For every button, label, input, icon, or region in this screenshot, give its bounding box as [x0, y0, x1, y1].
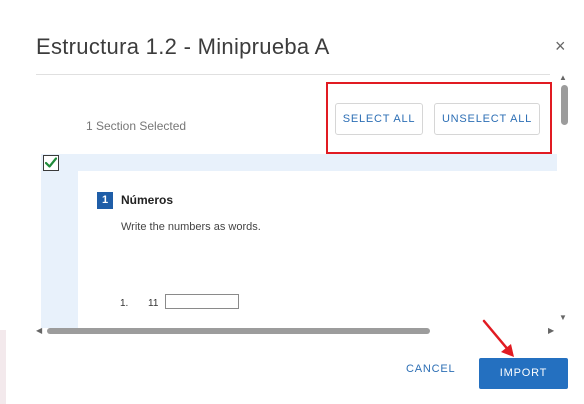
red-arrow-annotation-icon: [482, 319, 514, 357]
background-edge: [0, 330, 6, 404]
cancel-button[interactable]: CANCEL: [406, 363, 455, 375]
unselect-all-button[interactable]: UNSELECT ALL: [434, 103, 540, 135]
checkmark-icon: [45, 157, 57, 168]
item-prompt-value: 11: [148, 298, 159, 309]
scroll-up-icon[interactable]: ▲: [559, 73, 567, 82]
horizontal-scrollbar-thumb[interactable]: [47, 328, 430, 334]
close-icon[interactable]: ×: [555, 36, 566, 56]
scroll-left-icon[interactable]: ◀: [36, 326, 42, 335]
title-divider: [36, 74, 550, 75]
select-all-button[interactable]: SELECT ALL: [335, 103, 423, 135]
dialog-title: Estructura 1.2 - Miniprueba A: [36, 34, 330, 59]
vertical-scrollbar-thumb[interactable]: [561, 85, 568, 125]
answer-input[interactable]: [165, 294, 239, 309]
sections-scroll-area[interactable]: 1 Section Selected SELECT ALL UNSELECT A…: [36, 84, 557, 328]
section-checkbox[interactable]: [43, 155, 59, 171]
section-instruction: Write the numbers as words.: [121, 221, 261, 233]
scroll-down-icon[interactable]: ▼: [559, 313, 567, 322]
section-title: Números: [121, 193, 174, 207]
selected-count-label: 1 Section Selected: [86, 119, 187, 133]
import-button[interactable]: IMPORT: [479, 358, 568, 389]
section-card: 1 Números Write the numbers as words. 1.…: [78, 171, 557, 328]
scroll-right-icon[interactable]: ▶: [548, 326, 554, 335]
item-number: 1.: [120, 298, 129, 309]
section-number-badge: 1: [97, 192, 113, 209]
